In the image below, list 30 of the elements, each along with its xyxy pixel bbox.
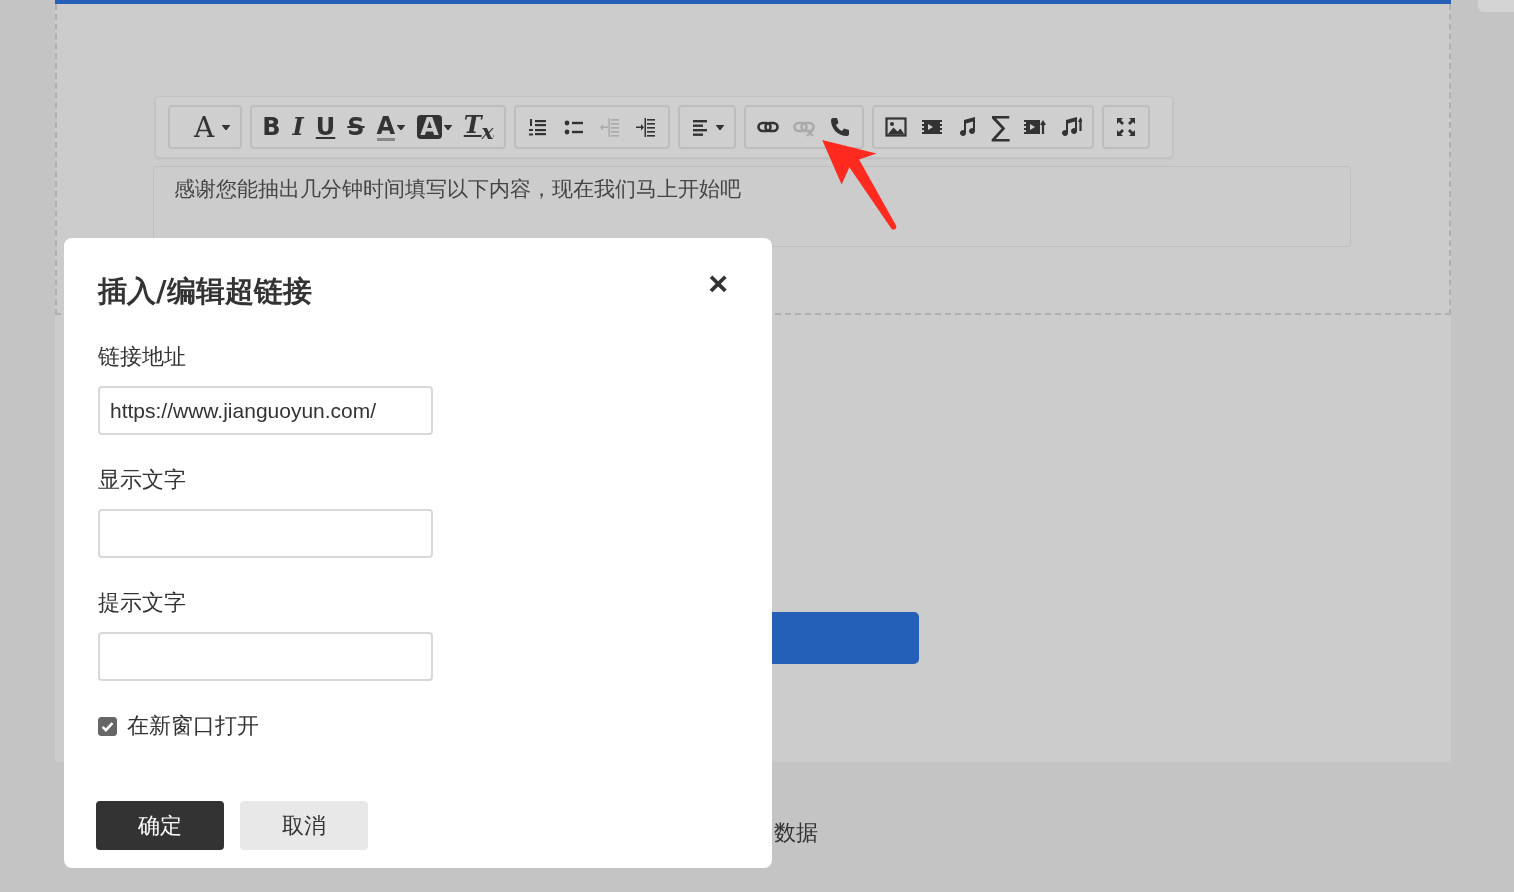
input-field[interactable] [98,509,433,558]
editor-text: 感谢您能抽出几分钟时间填写以下内容，现在我们马上开始吧 [174,177,741,201]
outdent-icon [597,115,622,139]
footer-text: 数据 [774,819,818,847]
input-field[interactable] [98,632,433,681]
caret-icon [443,124,452,130]
italic-button[interactable]: I [286,110,310,144]
strike-button[interactable]: S [341,110,371,144]
bold-button[interactable]: B [256,110,287,144]
indent-icon [633,115,658,139]
field-label: 显示文字 [98,466,187,494]
confirm-button[interactable]: 确定 [96,801,224,850]
backcolor-button[interactable]: A [411,110,458,144]
forecolor-button[interactable]: A [370,110,412,144]
field-label: 提示文字 [98,589,187,617]
image-icon [883,115,908,139]
underline-button[interactable]: U [309,110,342,144]
input-field[interactable]: https://www.jianguoyun.com/ [98,386,433,435]
field-label: 链接地址 [98,343,187,371]
font-button[interactable]: A [174,110,237,144]
dialog-title: 插入/编辑超链接 [98,273,312,310]
checkbox-label: 在新窗口打开 [127,712,259,740]
caret-icon [715,124,724,130]
clearformat-button[interactable]: T$_{x}$ [457,110,500,144]
formula-button[interactable]: ∑ [985,110,1017,144]
caret-icon [222,124,231,130]
checkbox[interactable] [98,716,117,736]
cancel-button[interactable]: 取消 [240,801,368,850]
close-button[interactable]: × [698,266,738,300]
caret-icon [397,124,406,130]
